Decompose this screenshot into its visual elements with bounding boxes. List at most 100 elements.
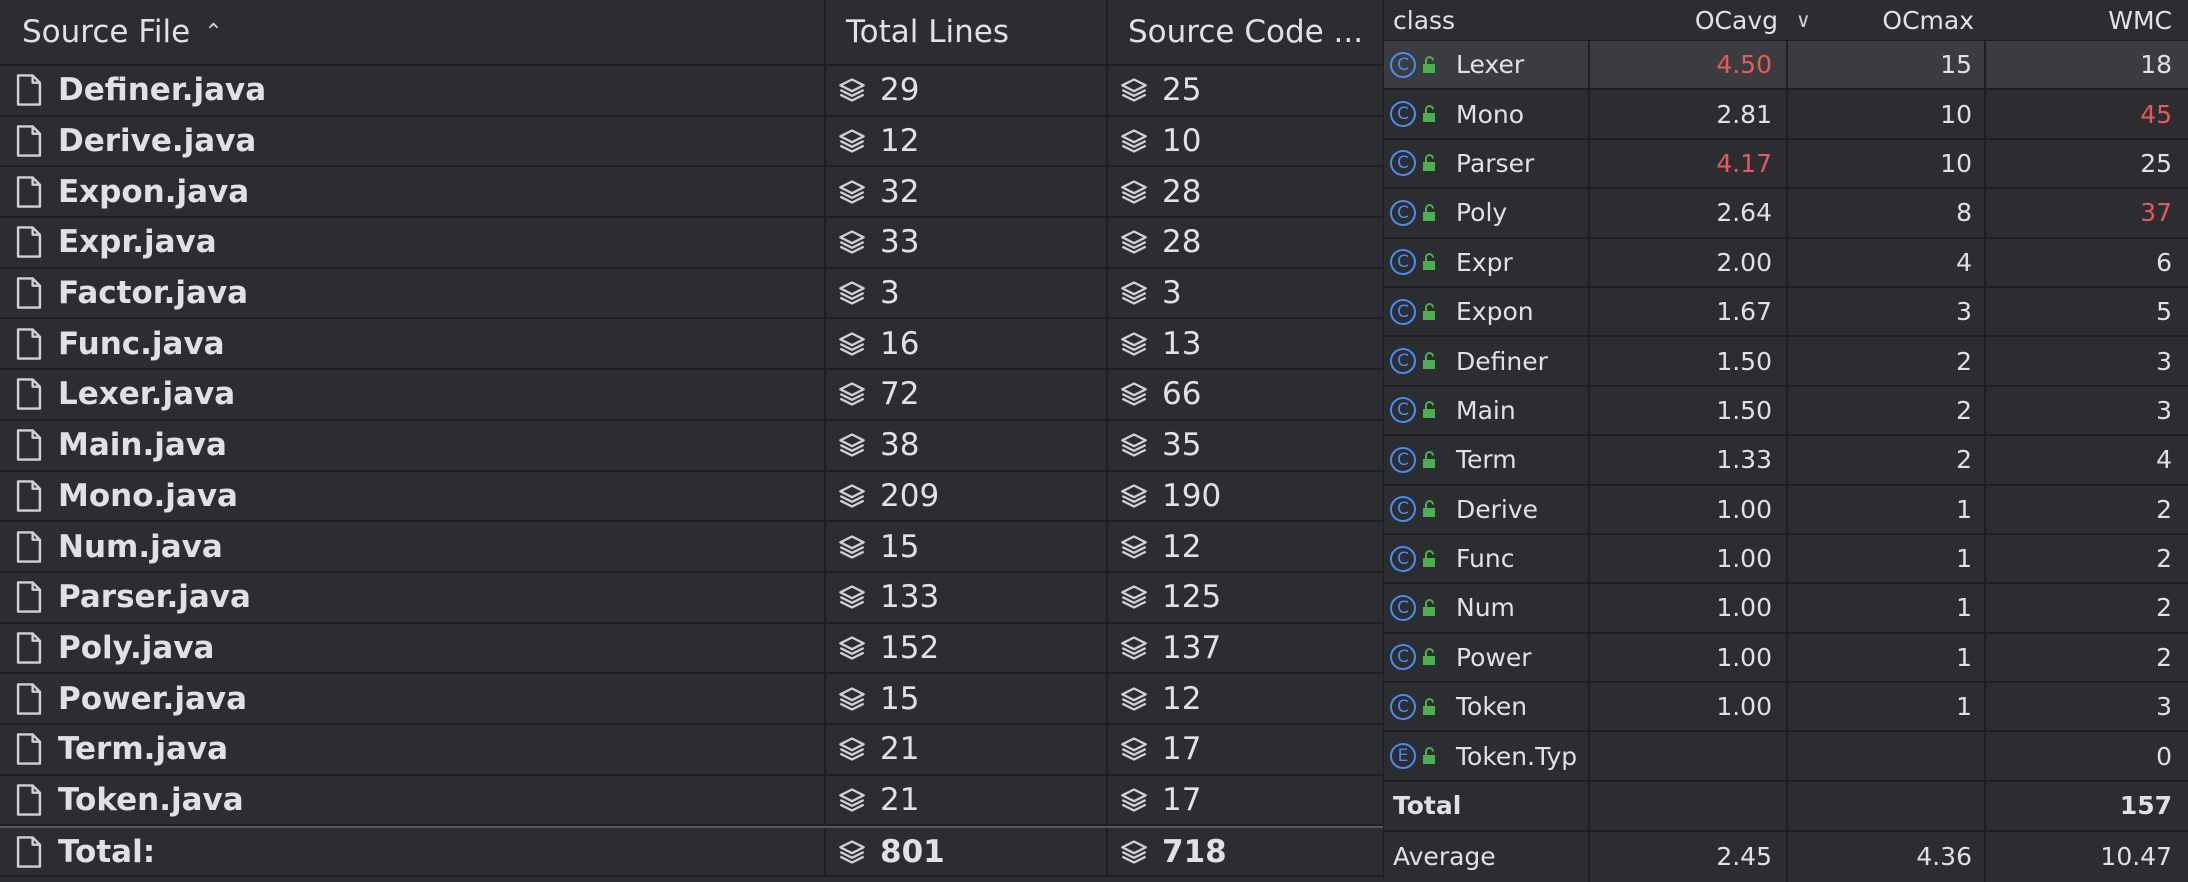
average-ocmax: 4.36 <box>1916 842 1972 872</box>
layers-icon <box>1121 281 1147 305</box>
metrics-row[interactable]: C Expon 1.67 3 5 <box>1384 287 2188 338</box>
metrics-row[interactable]: C Main 1.50 2 3 <box>1384 386 2188 437</box>
sort-ascending-icon: ⌃ <box>204 19 223 45</box>
table-row[interactable]: Main.java 38 35 <box>0 420 1383 472</box>
wmc-value: 6 <box>2156 247 2172 277</box>
column-header-ocavg[interactable]: OCavg <box>1590 0 1788 40</box>
file-icon <box>16 429 42 461</box>
file-name: Factor.java <box>58 275 249 312</box>
layers-icon <box>1121 636 1147 660</box>
class-icon: C <box>1390 594 1416 621</box>
lock-open-icon <box>1423 500 1435 518</box>
average-wmc: 10.47 <box>2100 842 2172 872</box>
metrics-row[interactable]: C Lexer 4.50 15 18 <box>1384 41 2188 91</box>
metrics-row[interactable]: E Token.Typ 0 <box>1384 732 2188 782</box>
ocavg-value: 1.33 <box>1716 445 1772 475</box>
metrics-row[interactable]: C Definer 1.50 2 3 <box>1384 337 2188 387</box>
total-lines-value: 21 <box>880 731 920 768</box>
ocavg-value: 1.50 <box>1716 395 1772 425</box>
wmc-value: 0 <box>2156 741 2172 771</box>
table-row[interactable]: Factor.java 3 3 <box>0 268 1383 320</box>
table-row[interactable]: Mono.java 209 190 <box>0 471 1383 523</box>
file-name: Token.java <box>58 781 244 818</box>
file-icon <box>16 226 42 259</box>
ocavg-value: 1.00 <box>1716 494 1772 524</box>
metrics-row[interactable]: C Power 1.00 1 2 <box>1384 633 2188 684</box>
table-row[interactable]: Expon.java 32 28 <box>0 167 1383 219</box>
ocavg-value: 1.00 <box>1716 544 1772 574</box>
table-row[interactable]: Num.java 15 12 <box>0 522 1383 573</box>
ocmax-value: 10 <box>1940 148 1972 178</box>
column-header-class[interactable]: class <box>1384 0 1590 40</box>
metrics-row[interactable]: C Func 1.00 1 2 <box>1384 534 2188 585</box>
layers-icon <box>1121 382 1147 407</box>
metrics-header: class OCavg ∨ OCmax WMC <box>1384 0 2188 41</box>
ocavg-value: 4.50 <box>1716 50 1772 80</box>
file-icon <box>16 480 42 512</box>
class-name: Lexer <box>1456 50 1525 80</box>
wmc-value: 2 <box>2156 544 2172 574</box>
ocavg-value: 2.64 <box>1716 198 1772 228</box>
column-header-label: OCmax <box>1882 5 1974 35</box>
metrics-row[interactable]: C Parser 4.17 10 25 <box>1384 139 2188 190</box>
table-body: Definer.java 29 25 Derive.java 12 10 Expon.jav… <box>0 66 1383 877</box>
lock-open-icon <box>1423 599 1435 616</box>
column-header-wmc[interactable]: WMC <box>1986 0 2188 40</box>
table-row[interactable]: Func.java 16 13 <box>0 319 1383 371</box>
column-header-ocmax[interactable]: ∨ OCmax <box>1788 0 1986 40</box>
table-row[interactable]: Token.java 21 17 <box>0 775 1383 827</box>
metrics-row[interactable]: C Derive 1.00 1 2 <box>1384 485 2188 535</box>
layers-icon <box>839 180 865 204</box>
column-header-label: Total Lines <box>846 14 1010 50</box>
layers-icon <box>1121 180 1147 204</box>
class-name: Derive <box>1456 494 1539 524</box>
table-row[interactable]: Poly.java 152 137 <box>0 623 1383 675</box>
wmc-value: 2 <box>2156 593 2172 623</box>
metrics-row[interactable]: C Token 1.00 1 3 <box>1384 683 2188 733</box>
metrics-row[interactable]: C Num 1.00 1 2 <box>1384 584 2188 634</box>
column-header-total-lines[interactable]: Total Lines <box>826 0 1108 64</box>
source-code-value: 718 <box>1162 833 1227 870</box>
table-row[interactable]: Term.java 21 17 <box>0 724 1383 776</box>
source-code-value: 35 <box>1162 427 1202 464</box>
class-icon: C <box>1390 199 1416 226</box>
class-icon: C <box>1390 545 1416 572</box>
table-row[interactable]: Derive.java 12 10 <box>0 116 1383 168</box>
table-row[interactable]: Lexer.java 72 66 <box>0 370 1383 421</box>
layers-icon <box>839 78 865 103</box>
table-row[interactable]: Definer.java 29 25 <box>0 66 1383 117</box>
table-row[interactable]: Parser.java 133 125 <box>0 572 1383 624</box>
wmc-value: 3 <box>2156 395 2172 425</box>
lock-open-icon <box>1423 352 1435 370</box>
file-icon <box>16 74 42 107</box>
ocavg-value: 1.67 <box>1716 297 1772 327</box>
file-name: Parser.java <box>58 579 251 616</box>
class-metrics-table: class OCavg ∨ OCmax WMC C Lexer 4.50 15 18 C M… <box>1384 0 2188 882</box>
layers-icon <box>1121 686 1147 711</box>
column-header-source-file[interactable]: Source File ⌃ <box>0 0 826 64</box>
file-name: Mono.java <box>58 477 238 514</box>
table-row[interactable]: Expr.java 33 28 <box>0 218 1383 269</box>
class-name: Func <box>1456 544 1515 574</box>
file-name: Total: <box>58 833 156 870</box>
metrics-row[interactable]: C Term 1.33 2 4 <box>1384 436 2188 486</box>
table-header: Source File ⌃ Total Lines Source Code ..… <box>0 0 1383 66</box>
metrics-row[interactable]: C Expr 2.00 4 6 <box>1384 238 2188 288</box>
column-header-label: OCavg <box>1694 5 1778 35</box>
class-icon: C <box>1390 644 1416 671</box>
column-header-source-code[interactable]: Source Code ... <box>1108 0 1383 64</box>
metrics-row[interactable]: C Poly 2.64 8 37 <box>1384 189 2188 239</box>
total-lines-value: 29 <box>880 72 920 109</box>
class-icon: C <box>1390 51 1416 78</box>
total-lines-value: 12 <box>880 123 920 160</box>
class-name: Poly <box>1456 198 1508 228</box>
wmc-value: 37 <box>2140 198 2172 228</box>
source-code-value: 13 <box>1162 325 1202 362</box>
layers-icon <box>839 686 865 711</box>
table-row[interactable]: Power.java 15 12 <box>0 674 1383 725</box>
file-name: Derive.java <box>58 123 257 160</box>
metrics-row[interactable]: C Mono 2.81 10 45 <box>1384 90 2188 140</box>
class-name: Expon <box>1456 297 1534 327</box>
wmc-value: 2 <box>2156 642 2172 672</box>
ocavg-value: 2.81 <box>1716 99 1772 129</box>
